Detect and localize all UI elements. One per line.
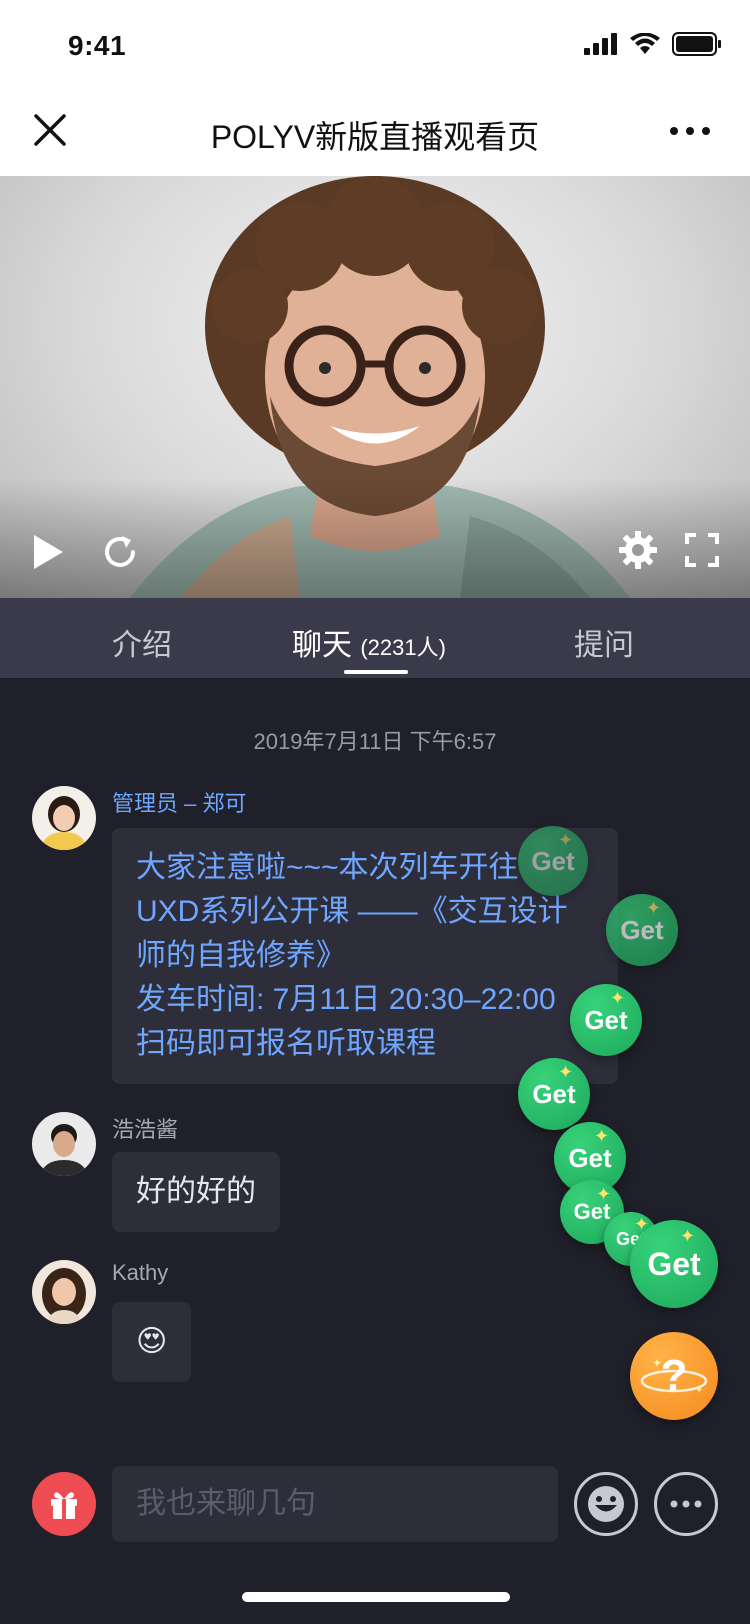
get-label: Get (568, 1142, 612, 1173)
avatar[interactable] (32, 786, 96, 850)
settings-icon[interactable] (618, 530, 658, 570)
battery-icon (672, 32, 721, 56)
tab-chat-label: 聊天 (292, 629, 352, 662)
play-icon[interactable] (30, 532, 66, 572)
video-player[interactable] (0, 176, 750, 598)
emoji-icon (588, 1486, 624, 1522)
chat-input-bar (0, 1460, 750, 1560)
avatar-kathy-image (42, 1268, 86, 1324)
message-line: 发车时间: 7月11日 20:30–22:00 (136, 983, 556, 1016)
tab-intro[interactable]: 介绍 (112, 620, 172, 664)
tab-chat[interactable]: 聊天 (2231人) (292, 620, 446, 664)
get-reaction-badge: ✦ Get (518, 826, 588, 896)
tab-question[interactable]: 提问 (574, 620, 634, 664)
more-dots-icon (670, 1500, 702, 1508)
get-label: Get (647, 1245, 701, 1282)
message-line: UXD系列公开课 ——《交互设计 (136, 895, 568, 928)
fullscreen-icon[interactable] (684, 532, 720, 568)
refresh-icon[interactable] (100, 532, 140, 572)
avatar-admin-image (40, 796, 88, 850)
emoji-button[interactable] (574, 1472, 638, 1536)
message-bubble[interactable]: 😍 (112, 1302, 192, 1382)
tab-bar: 介绍 聊天 (2231人) 提问 (0, 598, 750, 678)
wifi-icon (630, 33, 660, 54)
get-label: Get (620, 914, 664, 945)
chat-message-input[interactable] (112, 1466, 558, 1542)
avatar[interactable] (32, 1260, 96, 1324)
signal-icon (584, 33, 617, 55)
status-icons (584, 32, 722, 56)
chat-timestamp: 2019年7月11日 下午6:57 (253, 729, 497, 754)
tab-active-indicator (344, 670, 408, 674)
help-label: ? (660, 1351, 688, 1400)
message-bubble[interactable]: 好的好的 (112, 1152, 280, 1232)
svg-text:✦: ✦ (695, 1385, 703, 1396)
get-reaction-badge: ✦ Get (518, 1058, 590, 1130)
message-line: 扫码即可报名听取课程 (136, 1027, 436, 1060)
more-dots-icon[interactable] (666, 116, 714, 146)
message-line: 好的好的 (136, 1175, 256, 1208)
message-sender: 浩浩酱 (112, 1117, 179, 1142)
gift-icon (51, 1492, 77, 1519)
message-line: 😍 (136, 1325, 168, 1358)
status-time: 9:41 (68, 30, 127, 61)
status-bar: 9:41 (0, 0, 750, 92)
avatar-user-image (40, 1124, 88, 1176)
avatar[interactable] (32, 1112, 96, 1176)
page-title: POLYV新版直播观看页 (210, 119, 540, 155)
get-reaction-badge: ✦ Get (570, 984, 642, 1056)
message-sender: 管理员 – 郑可 (112, 791, 247, 816)
get-reaction-badge: ✦ Get (606, 894, 678, 966)
message-line: 师的自我修养》 (136, 939, 346, 972)
get-label: Get (532, 1078, 576, 1109)
get-reaction-badge[interactable]: ✦ Get (630, 1220, 718, 1308)
more-options-button[interactable] (654, 1472, 718, 1536)
get-label: Get (584, 1004, 628, 1035)
navbar: POLYV新版直播观看页 (0, 92, 750, 176)
home-indicator[interactable] (242, 1592, 510, 1602)
gift-button[interactable] (32, 1472, 96, 1536)
message-sender: Kathy (112, 1260, 169, 1285)
tab-chat-count: (2231人) (360, 635, 446, 660)
help-question-button[interactable]: ✦ ✦ ? (630, 1332, 718, 1420)
